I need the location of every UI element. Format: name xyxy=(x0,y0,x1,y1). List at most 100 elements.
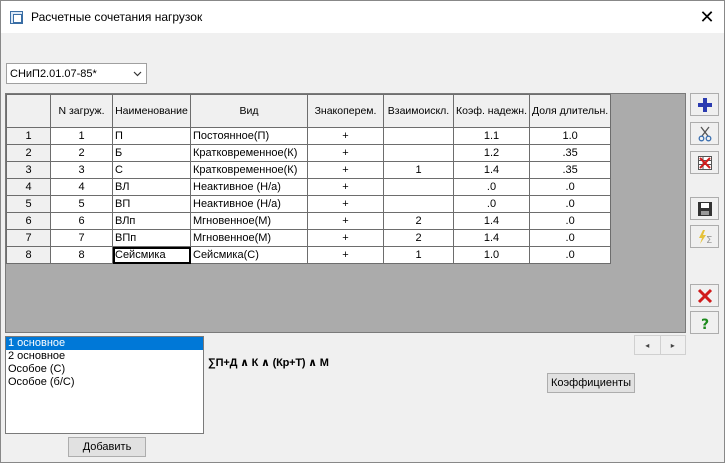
cell-sign[interactable]: + xyxy=(307,229,384,247)
list-item[interactable]: 2 основное xyxy=(6,350,203,363)
cell-n[interactable]: 3 xyxy=(50,161,113,179)
tab-scroller[interactable]: ◂ ▸ xyxy=(634,335,686,355)
cell-reliability[interactable]: 1.2 xyxy=(452,144,531,162)
corner-header[interactable] xyxy=(6,94,51,128)
column-header-n[interactable]: N загруж. xyxy=(50,94,113,128)
add-combination-button[interactable]: Добавить xyxy=(68,437,146,457)
table-row[interactable]: 8 8 Сейсмика Сейсмика(С) + 1 1.0 .0 xyxy=(6,246,612,264)
cell-mutex[interactable] xyxy=(383,127,454,145)
close-button[interactable]: ✕ xyxy=(690,1,724,33)
cell-duration[interactable]: .0 xyxy=(529,178,612,196)
column-header-type[interactable]: Вид xyxy=(190,94,308,128)
cell-type[interactable]: Неактивное (Н/а) xyxy=(190,178,308,196)
cell-mutex[interactable]: 2 xyxy=(383,212,454,230)
row-header[interactable]: 1 xyxy=(6,127,51,145)
cell-reliability[interactable]: 1.4 xyxy=(452,229,531,247)
table-row[interactable]: 7 7 ВПп Мгновенное(М) + 2 1.4 .0 xyxy=(6,229,612,247)
cell-n[interactable]: 1 xyxy=(50,127,113,145)
cell-n[interactable]: 7 xyxy=(50,229,113,247)
delete-table-button[interactable] xyxy=(690,151,719,174)
cell-type[interactable]: Кратковременное(К) xyxy=(190,161,308,179)
cell-sign[interactable]: + xyxy=(307,161,384,179)
cell-duration[interactable]: .35 xyxy=(529,161,612,179)
norm-select[interactable]: СНиП2.01.07-85* xyxy=(6,63,147,84)
cell-sign[interactable]: + xyxy=(307,212,384,230)
cell-name[interactable]: ВЛ xyxy=(112,178,191,196)
cell-mutex[interactable]: 1 xyxy=(383,246,454,264)
cell-duration[interactable]: 1.0 xyxy=(529,127,612,145)
cell-n[interactable]: 4 xyxy=(50,178,113,196)
cut-button[interactable] xyxy=(690,122,719,145)
cell-mutex[interactable]: 2 xyxy=(383,229,454,247)
row-header[interactable]: 3 xyxy=(6,161,51,179)
row-header[interactable]: 8 xyxy=(6,246,51,264)
row-header[interactable]: 2 xyxy=(6,144,51,162)
row-header[interactable]: 4 xyxy=(6,178,51,196)
cell-name[interactable]: ВПп xyxy=(112,229,191,247)
cell-sign[interactable]: + xyxy=(307,246,384,264)
cell-duration[interactable]: .0 xyxy=(529,246,612,264)
cell-n[interactable]: 6 xyxy=(50,212,113,230)
cell-mutex[interactable] xyxy=(383,144,454,162)
add-row-button[interactable] xyxy=(690,93,719,116)
table-row[interactable]: 5 5 ВП Неактивное (Н/а) + .0 .0 xyxy=(6,195,612,213)
cell-sign[interactable]: + xyxy=(307,195,384,213)
cell-duration[interactable]: .35 xyxy=(529,144,612,162)
table-row[interactable]: 3 3 С Кратковременное(К) + 1 1.4 .35 xyxy=(6,161,612,179)
cell-n[interactable]: 8 xyxy=(50,246,113,264)
remove-button[interactable] xyxy=(690,284,719,307)
table-row[interactable]: 2 2 Б Кратковременное(К) + 1.2 .35 xyxy=(6,144,612,162)
cell-name[interactable]: С xyxy=(112,161,191,179)
combinations-list[interactable]: 1 основное 2 основное Особое (С) Особое … xyxy=(5,336,204,434)
list-item[interactable]: 1 основное xyxy=(6,337,203,350)
cell-type[interactable]: Сейсмика(С) xyxy=(190,246,308,264)
cell-mutex[interactable] xyxy=(383,195,454,213)
table-row[interactable]: 6 6 ВЛп Мгновенное(М) + 2 1.4 .0 xyxy=(6,212,612,230)
cell-name-active[interactable]: Сейсмика xyxy=(112,246,191,264)
help-button[interactable]: ? xyxy=(690,311,719,334)
sum-button[interactable]: Σ xyxy=(690,225,719,248)
cell-type[interactable]: Кратковременное(К) xyxy=(190,144,308,162)
column-header-mutex[interactable]: Взаимоискл. xyxy=(383,94,454,128)
cell-reliability[interactable]: .0 xyxy=(452,195,531,213)
list-item[interactable]: Особое (б/С) xyxy=(6,376,203,389)
cell-sign[interactable]: + xyxy=(307,127,384,145)
cell-type[interactable]: Постоянное(П) xyxy=(190,127,308,145)
coefficients-button[interactable]: Коэффициенты xyxy=(547,373,635,393)
table-row[interactable]: 4 4 ВЛ Неактивное (Н/а) + .0 .0 xyxy=(6,178,612,196)
cell-mutex[interactable] xyxy=(383,178,454,196)
cell-reliability[interactable]: 1.4 xyxy=(452,212,531,230)
cell-reliability[interactable]: 1.4 xyxy=(452,161,531,179)
column-header-reliability[interactable]: Коэф. надежн. xyxy=(452,94,531,128)
cell-n[interactable]: 5 xyxy=(50,195,113,213)
cell-sign[interactable]: + xyxy=(307,178,384,196)
cell-duration[interactable]: .0 xyxy=(529,195,612,213)
row-header[interactable]: 5 xyxy=(6,195,51,213)
cell-type[interactable]: Мгновенное(М) xyxy=(190,212,308,230)
scroll-right-button[interactable]: ▸ xyxy=(661,336,686,354)
row-header[interactable]: 6 xyxy=(6,212,51,230)
cell-duration[interactable]: .0 xyxy=(529,229,612,247)
cell-reliability[interactable]: 1.1 xyxy=(452,127,531,145)
cell-name[interactable]: П xyxy=(112,127,191,145)
column-header-duration[interactable]: Доля длительн. xyxy=(529,94,612,128)
save-button[interactable] xyxy=(690,197,719,220)
cell-name[interactable]: Б xyxy=(112,144,191,162)
cell-n[interactable]: 2 xyxy=(50,144,113,162)
loads-grid-area[interactable]: N загруж. Наименование Вид Знакоперем. В… xyxy=(5,93,686,333)
chevron-down-icon[interactable] xyxy=(129,64,146,83)
column-header-name[interactable]: Наименование xyxy=(112,94,191,128)
cell-name[interactable]: ВЛп xyxy=(112,212,191,230)
cell-name[interactable]: ВП xyxy=(112,195,191,213)
column-header-sign[interactable]: Знакоперем. xyxy=(307,94,384,128)
cell-type[interactable]: Мгновенное(М) xyxy=(190,229,308,247)
cell-sign[interactable]: + xyxy=(307,144,384,162)
scroll-left-button[interactable]: ◂ xyxy=(635,336,661,354)
list-item[interactable]: Особое (С) xyxy=(6,363,203,376)
cell-type[interactable]: Неактивное (Н/а) xyxy=(190,195,308,213)
cell-duration[interactable]: .0 xyxy=(529,212,612,230)
table-row[interactable]: 1 1 П Постоянное(П) + 1.1 1.0 xyxy=(6,127,612,145)
cell-reliability[interactable]: 1.0 xyxy=(452,246,531,264)
cell-reliability[interactable]: .0 xyxy=(452,178,531,196)
cell-mutex[interactable]: 1 xyxy=(383,161,454,179)
